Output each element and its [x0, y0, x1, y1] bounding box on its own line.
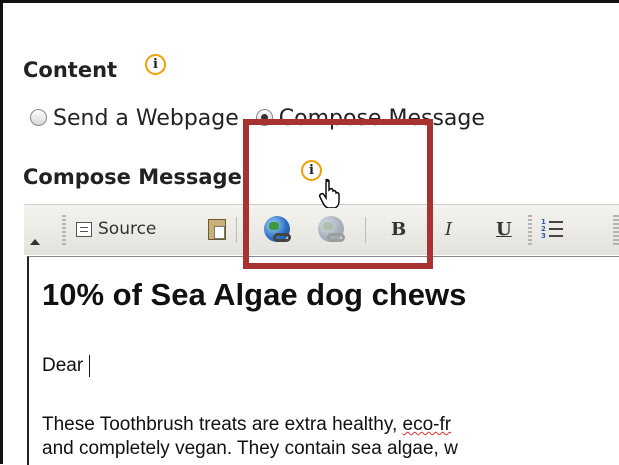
link-button[interactable]	[264, 214, 291, 244]
text-caret	[89, 355, 91, 377]
paragraph-line1: These Toothbrush treats are extra health…	[42, 414, 403, 435]
window-frame-top	[0, 0, 619, 3]
editor-toolbar: Source B I U 1 2 3	[24, 204, 619, 255]
editor-heading[interactable]: 10% of Sea Algae dog chews	[42, 277, 466, 313]
editor-greeting-line[interactable]: Dear	[42, 355, 91, 377]
send-webpage-label[interactable]: Send a Webpage	[53, 106, 239, 131]
toolbar-grip[interactable]	[528, 215, 532, 245]
hand-pointer-cursor-icon	[318, 178, 340, 208]
toolbar-separator	[365, 217, 366, 243]
content-info-icon[interactable]: i	[145, 54, 166, 75]
unlink-globe-icon	[318, 216, 345, 242]
content-type-radio-group: Send a Webpage Compose Message	[30, 106, 495, 131]
editor-greeting: Dear	[42, 355, 84, 377]
compose-section-title: Compose Message	[23, 165, 242, 189]
paste-button[interactable]	[208, 214, 226, 244]
toolbar-grip[interactable]	[613, 215, 619, 245]
source-button[interactable]: Source	[76, 214, 156, 244]
link-globe-icon	[264, 216, 291, 242]
compose-message-label[interactable]: Compose Message	[279, 106, 485, 131]
toolbar-collapse-icon[interactable]	[30, 239, 40, 245]
editor-paragraph[interactable]: These Toothbrush treats are extra health…	[42, 413, 619, 461]
message-editor[interactable]: 10% of Sea Algae dog chews Dear These To…	[27, 256, 619, 465]
unlink-button[interactable]	[318, 214, 345, 244]
toolbar-grip[interactable]	[62, 215, 66, 245]
misspelled-word: eco-fr	[402, 414, 452, 435]
content-section-title: Content	[23, 58, 118, 82]
paste-icon	[208, 218, 226, 240]
source-icon	[76, 221, 92, 237]
paragraph-line2: and completely vegan. They contain sea a…	[42, 438, 458, 459]
bold-button[interactable]: B	[391, 214, 406, 244]
underline-button[interactable]: U	[496, 214, 512, 244]
compose-message-radio[interactable]	[255, 108, 273, 126]
send-webpage-radio[interactable]	[30, 108, 47, 126]
numbered-list-icon: 1 2 3	[541, 218, 563, 240]
info-glyph: i	[153, 57, 158, 72]
toolbar-separator	[236, 217, 237, 243]
numbered-list-button[interactable]: 1 2 3	[541, 214, 563, 244]
info-glyph: i	[309, 163, 314, 178]
source-button-label: Source	[98, 219, 157, 239]
italic-button[interactable]: I	[445, 214, 452, 244]
window-frame-left	[0, 0, 3, 464]
